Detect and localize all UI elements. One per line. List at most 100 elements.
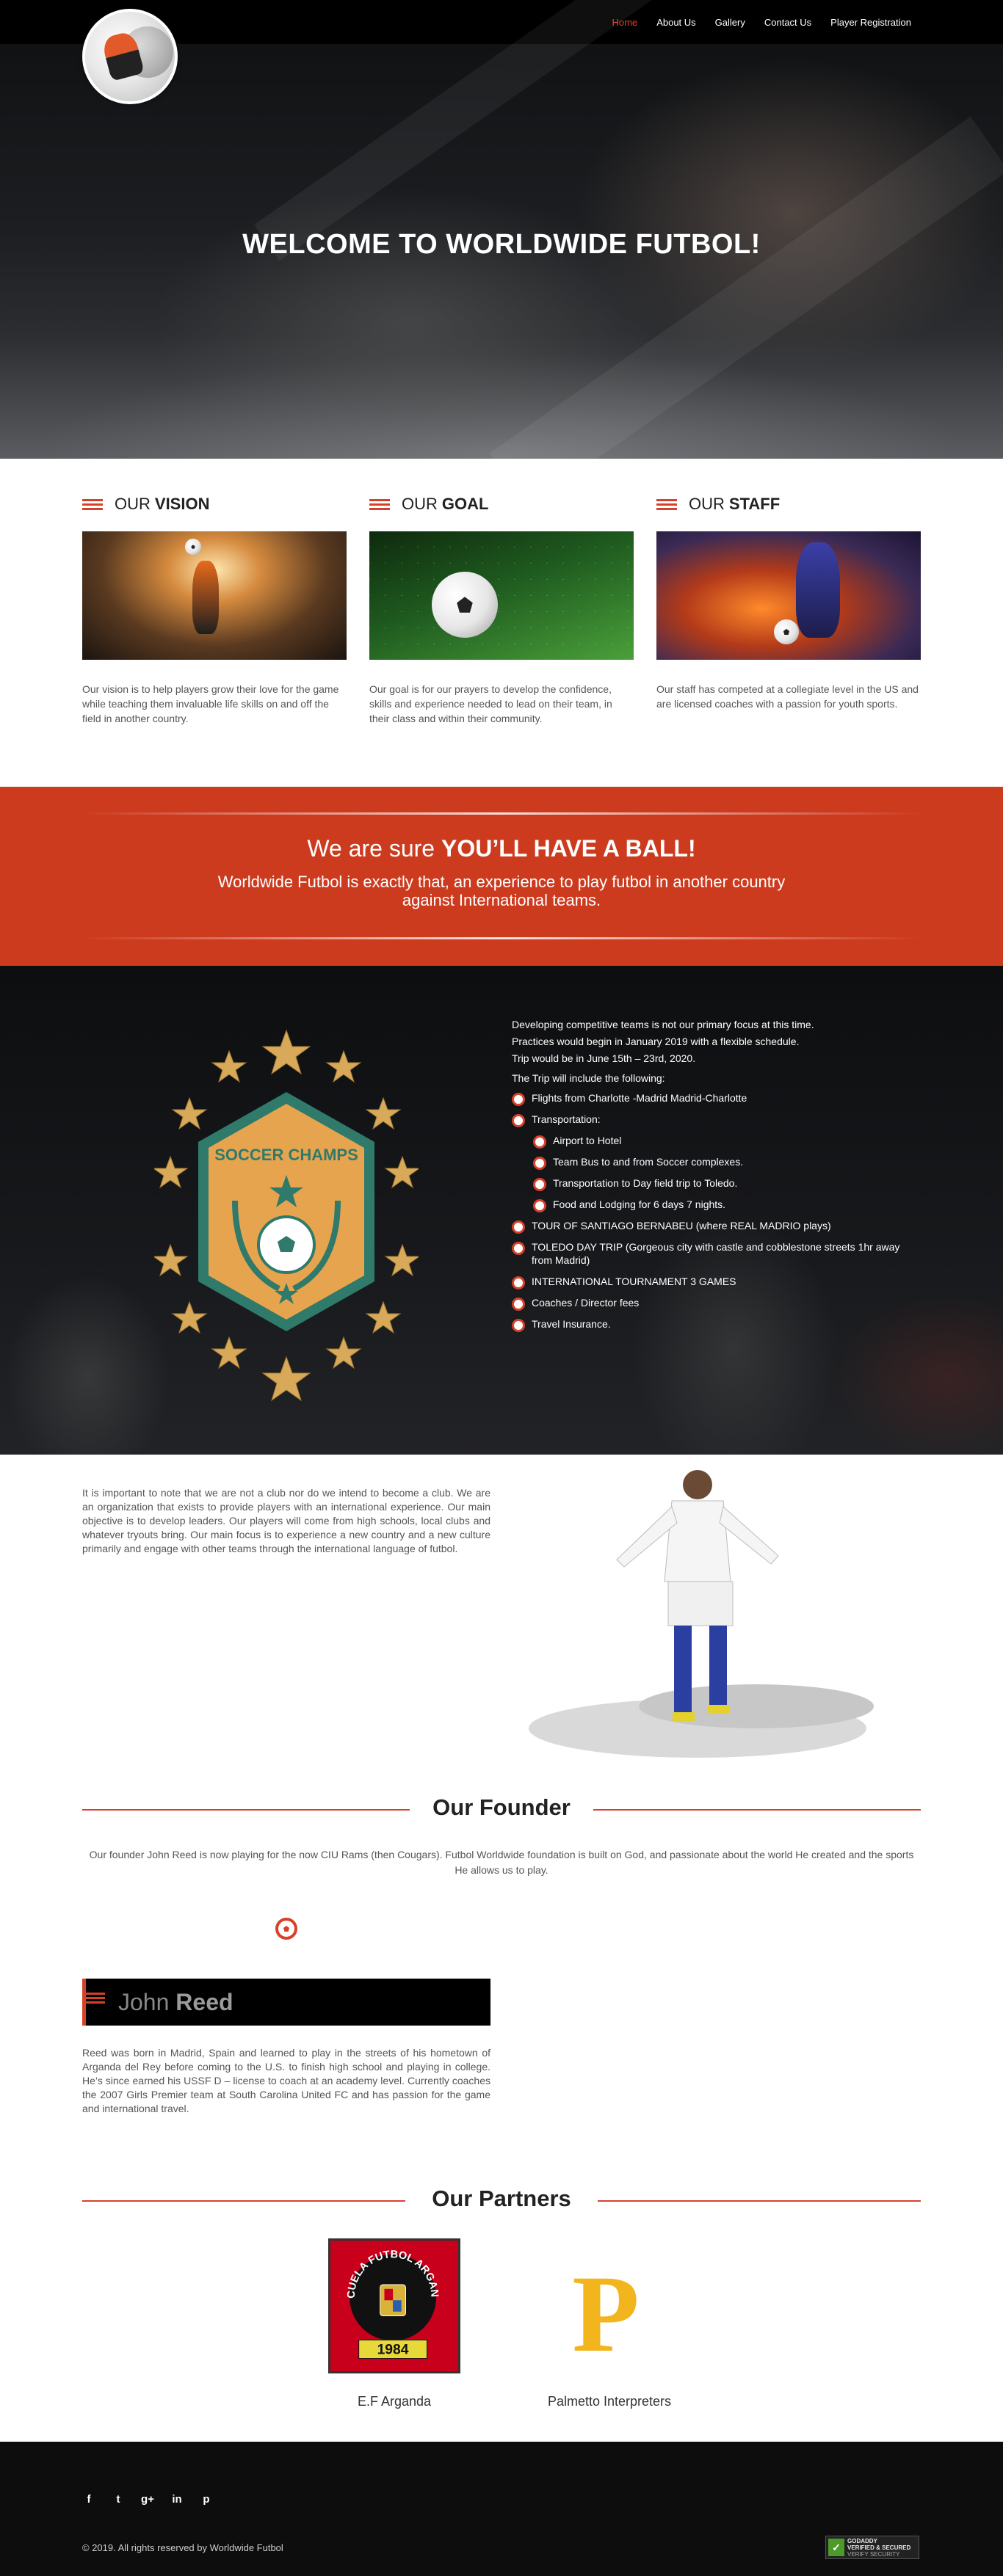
founder-last-name: Reed: [175, 1989, 233, 2015]
list-item: Transportation to Day field trip to Tole…: [533, 1176, 912, 1191]
divider-line: [82, 937, 921, 939]
feature-heading-prefix: OUR: [402, 495, 438, 513]
trip-section: SOCCER CHAMPS Developing competitive tea…: [0, 966, 1003, 1455]
founder-heading: Our Founder: [432, 1794, 571, 1820]
seal-text: GODADDY VERIFIED & SECURED VERIFY SECURI…: [847, 2538, 910, 2558]
ef-arganda-crest: ESCUELA FUTBOL ARGANDA 1984: [327, 2232, 440, 2359]
trip-intro-line: The Trip will include the following:: [512, 1072, 665, 1084]
player-shorts: [667, 1581, 734, 1626]
nav-contact-us[interactable]: Contact Us: [755, 17, 821, 28]
trip-intro-line: Developing competitive teams is not our …: [512, 1019, 814, 1030]
player-figure: [796, 542, 840, 638]
list-item: Transportation:: [512, 1113, 912, 1127]
feature-goal: OUR GOAL Our goal is for our prayers to …: [369, 492, 634, 726]
facebook-icon[interactable]: f: [82, 2493, 95, 2506]
player-head: [683, 1470, 712, 1499]
nav-player-registration[interactable]: Player Registration: [821, 17, 921, 28]
google-plus-icon[interactable]: g+: [141, 2493, 154, 2506]
features-row: OUR VISION Our vision is to help players…: [82, 492, 921, 726]
ball-icon: [432, 572, 498, 638]
player-figure: [192, 561, 219, 634]
palmetto-letter: P: [572, 2257, 640, 2359]
cta-band: We are sure YOU’LL HAVE A BALL! Worldwid…: [0, 787, 1003, 966]
goal-image: [369, 531, 634, 660]
copyright-text: © 2019. All rights reserved by Worldwide…: [82, 2542, 283, 2553]
crest-quarter: [384, 2288, 394, 2301]
feature-text: Our goal is for our prayers to develop t…: [369, 683, 612, 724]
list-item: Coaches / Director fees: [512, 1296, 912, 1311]
nav-gallery[interactable]: Gallery: [706, 17, 755, 28]
feature-staff: OUR STAFF Our staff has competed at a co…: [656, 492, 921, 726]
partners-heading: Our Partners: [432, 2186, 571, 2211]
footer: f t g+ in p © 2019. All rights reserved …: [0, 2442, 1003, 2576]
partner-name-ef-arganda: E.F Arganda: [357, 2394, 432, 2409]
partners-heading-row: Our Partners: [82, 2186, 921, 2215]
founder-name-bar: John Reed: [82, 1979, 490, 2026]
bars-icon: [86, 1990, 105, 2006]
player-image: [529, 1470, 874, 1758]
badge-text: SOCCER CHAMPS: [214, 1146, 358, 1164]
list-item: Team Bus to and from Soccer complexes.: [533, 1155, 912, 1170]
founder-first-name: John: [118, 1989, 170, 2015]
seal-line: VERIFY SECURITY: [847, 2550, 900, 2558]
nav-about-us[interactable]: About Us: [647, 17, 705, 28]
check-icon: ✓: [828, 2539, 844, 2556]
main-menu: Home About Us Gallery Contact Us Player …: [603, 0, 921, 44]
site-logo[interactable]: [82, 9, 178, 104]
trip-includes-list: Flights from Charlotte -Madrid Madrid-Ch…: [512, 1091, 912, 1332]
feature-heading: OUR GOAL: [369, 492, 634, 517]
hero-banner: WELCOME TO WORLDWIDE FUTBOL!: [0, 0, 1003, 508]
divider-line: [82, 812, 921, 815]
seal-line: GODADDY: [847, 2537, 877, 2544]
linkedin-icon[interactable]: in: [170, 2493, 184, 2506]
ef-arganda-logo[interactable]: ESCUELA FUTBOL ARGANDA 1984: [327, 2232, 460, 2373]
feature-vision: OUR VISION Our vision is to help players…: [82, 492, 347, 726]
list-item: TOUR OF SANTIAGO BERNABEU (where REAL MA…: [512, 1219, 912, 1234]
crest-year: 1984: [377, 2343, 409, 2358]
about-text: It is important to note that we are not …: [82, 1487, 490, 1554]
list-item: Flights from Charlotte -Madrid Madrid-Ch…: [512, 1091, 912, 1106]
staff-image: [656, 531, 921, 660]
list-item: Food and Lodging for 6 days 7 nights.: [533, 1198, 912, 1212]
trip-intro-line: Practices would begin in January 2019 wi…: [512, 1036, 800, 1047]
bars-icon: [82, 497, 103, 512]
palmetto-logo[interactable]: P: [558, 2257, 653, 2359]
feature-text: Our vision is to help players grow their…: [82, 683, 339, 724]
player-sock-right: [709, 1626, 727, 1706]
partners-row: ESCUELA FUTBOL ARGANDA 1984 E.F Arganda …: [0, 2232, 1003, 2415]
feature-heading-word: STAFF: [728, 495, 781, 513]
band-title: We are sure YOU’LL HAVE A BALL!: [0, 835, 1003, 862]
divider-line: [593, 1809, 921, 1811]
founder-name: John Reed: [118, 1989, 233, 2016]
hero-title: WELCOME TO WORLDWIDE FUTBOL!: [242, 229, 761, 260]
goal-net: [369, 531, 634, 660]
list-item: Travel Insurance.: [512, 1317, 912, 1332]
feature-heading: OUR VISION: [82, 492, 347, 517]
ball-icon: [774, 619, 799, 644]
feature-heading-prefix: OUR: [115, 495, 151, 513]
top-nav: Home About Us Gallery Contact Us Player …: [0, 0, 1003, 104]
feature-heading-word: VISION: [154, 495, 210, 513]
founder-intro: Our founder John Reed is now playing for…: [89, 1849, 914, 1876]
band-title-bold: YOU’LL HAVE A BALL!: [441, 835, 696, 862]
feature-text: Our staff has competed at a collegiate l…: [656, 683, 919, 710]
seal-line: VERIFIED & SECURED: [847, 2544, 911, 2551]
feature-heading-prefix: OUR: [689, 495, 725, 513]
pinterest-icon[interactable]: p: [200, 2493, 213, 2506]
player-shirt: [664, 1500, 731, 1582]
vision-image: [82, 531, 347, 660]
security-seal[interactable]: ✓ GODADDY VERIFIED & SECURED VERIFY SECU…: [825, 2536, 919, 2559]
crest-quarter: [393, 2300, 402, 2312]
bars-icon: [656, 497, 677, 512]
founder-bio: Reed was born in Madrid, Spain and learn…: [82, 2047, 490, 2114]
divider-line: [598, 2200, 921, 2202]
founder-heading-row: Our Founder: [82, 1794, 921, 1824]
feature-heading-word: GOAL: [441, 495, 489, 513]
twitter-icon[interactable]: t: [112, 2493, 125, 2506]
feature-heading: OUR STAFF: [656, 492, 921, 517]
bars-icon: [369, 497, 390, 512]
player-boot: [673, 1712, 695, 1721]
list-item: TOLEDO DAY TRIP (Gorgeous city with cast…: [512, 1240, 912, 1267]
ball-icon: [185, 539, 201, 555]
list-item: INTERNATIONAL TOURNAMENT 3 GAMES: [512, 1275, 912, 1289]
